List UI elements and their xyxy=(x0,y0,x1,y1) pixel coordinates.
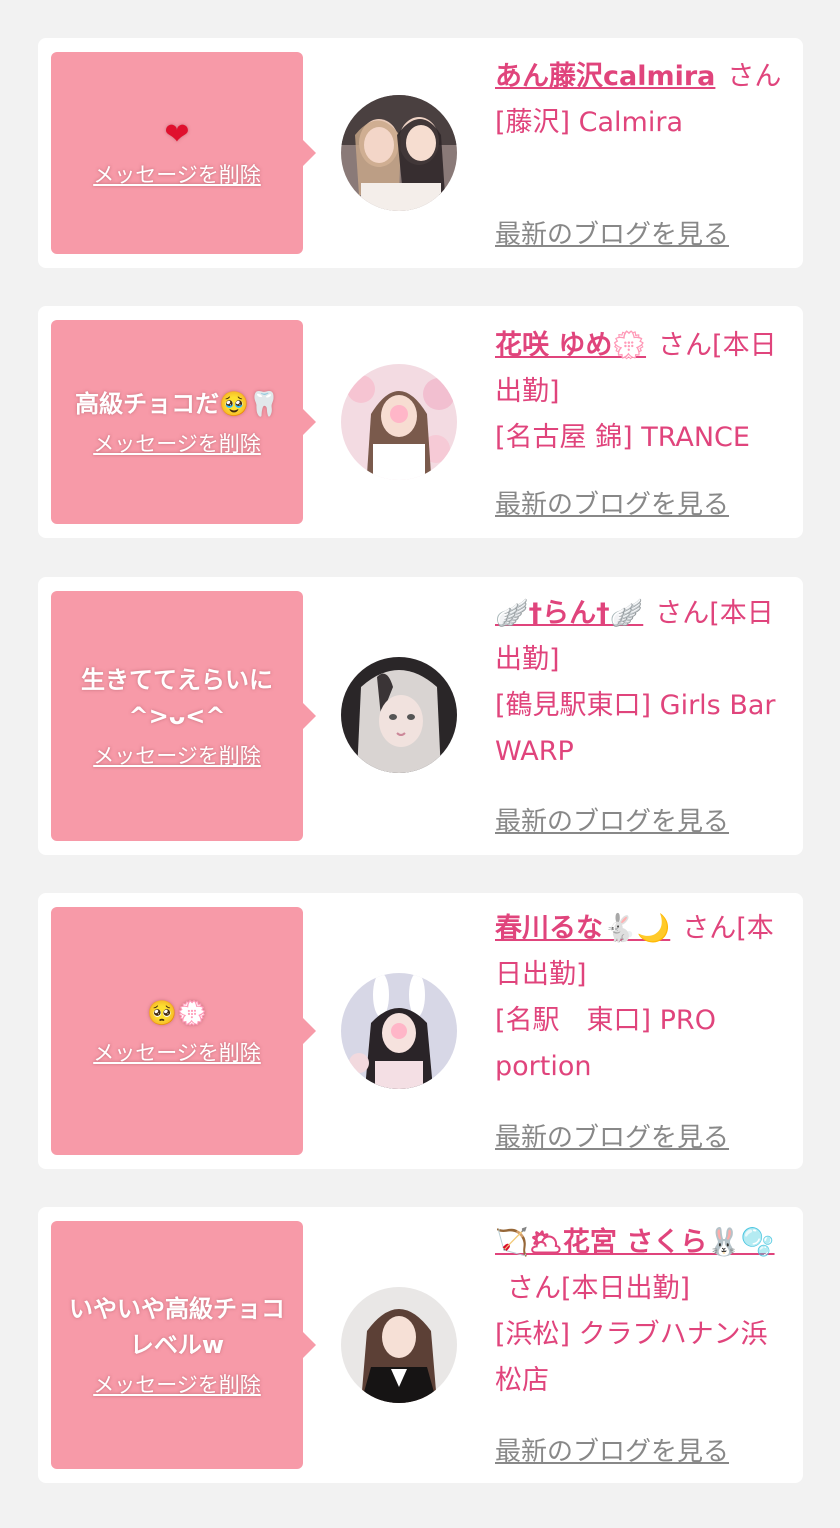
message-bubble: 高級チョコだ🥹🦷 メッセージを削除 xyxy=(51,320,316,524)
delete-message-link[interactable]: メッセージを削除 xyxy=(93,1369,261,1399)
girl-status: さん[本日出勤] xyxy=(507,1273,691,1304)
avatar[interactable] xyxy=(341,1287,457,1403)
shop-name: [浜松] クラブハナン浜松店 xyxy=(495,1319,768,1396)
latest-blog-link[interactable]: 最新のブログを見る xyxy=(495,214,729,251)
latest-blog-link[interactable]: 最新のブログを見る xyxy=(495,1117,729,1154)
message-card: 生きててえらいに^>ᴗ<^ メッセージを削除 🪽†らん†🪽 さん[本日出勤] [鶴… xyxy=(38,577,803,855)
girl-info: 🪽†らん†🪽 さん[本日出勤] [鶴見駅東口] Girls Bar WARP xyxy=(495,591,785,775)
delete-message-link[interactable]: メッセージを削除 xyxy=(93,740,261,770)
message-card: 高級チョコだ🥹🦷 メッセージを削除 花咲 ゆめ💮 さん[本日出勤] [名古屋 錦]… xyxy=(38,306,803,538)
message-text: 🥺💮 xyxy=(147,999,207,1027)
avatar[interactable] xyxy=(341,95,457,211)
girl-info: あん藤沢calmira さん [藤沢] Calmira xyxy=(495,54,785,146)
latest-blog-link[interactable]: 最新のブログを見る xyxy=(495,801,729,838)
girl-name-link[interactable]: あん藤沢calmira xyxy=(495,61,715,92)
message-card: 🥺💮 メッセージを削除 春川るな🐇🌙 さん[本日出勤] [名駅 東口] PRO p… xyxy=(38,893,803,1169)
avatar[interactable] xyxy=(341,657,457,773)
avatar[interactable] xyxy=(341,973,457,1089)
delete-message-link[interactable]: メッセージを削除 xyxy=(93,159,261,189)
message-card: ❤ メッセージを削除 あん藤沢calmira さん [藤沢] Calmira 最新… xyxy=(38,38,803,268)
shop-name: [名駅 東口] PRO portion xyxy=(495,1005,716,1082)
latest-blog-link[interactable]: 最新のブログを見る xyxy=(495,484,729,521)
girl-name-link[interactable]: 🪽†らん†🪽 xyxy=(495,598,643,629)
girl-status: さん xyxy=(727,61,782,92)
message-card: いやいや高級チョコレベルw メッセージを削除 🏹🌥花宮 さくら🐰🫧 さん[本日出勤… xyxy=(38,1207,803,1483)
girl-name-link[interactable]: 花咲 ゆめ💮 xyxy=(495,330,646,361)
delete-message-link[interactable]: メッセージを削除 xyxy=(93,1037,261,1067)
delete-message-link[interactable]: メッセージを削除 xyxy=(93,428,261,458)
message-text: 高級チョコだ🥹🦷 xyxy=(75,390,279,418)
message-text: 生きててえらいに^>ᴗ<^ xyxy=(81,666,273,730)
girl-info: 春川るな🐇🌙 さん[本日出勤] [名駅 東口] PRO portion xyxy=(495,906,785,1090)
message-bubble: 生きててえらいに^>ᴗ<^ メッセージを削除 xyxy=(51,591,316,841)
message-bubble: いやいや高級チョコレベルw メッセージを削除 xyxy=(51,1221,316,1469)
girl-name-link[interactable]: 🏹🌥花宮 さくら🐰🫧 xyxy=(495,1227,775,1258)
message-bubble: ❤ メッセージを削除 xyxy=(51,52,316,254)
girl-info: 🏹🌥花宮 さくら🐰🫧 さん[本日出勤] [浜松] クラブハナン浜松店 xyxy=(495,1220,785,1404)
message-text: ❤ xyxy=(164,117,190,152)
avatar[interactable] xyxy=(341,364,457,480)
message-text: いやいや高級チョコレベルw xyxy=(69,1295,285,1359)
shop-name: [鶴見駅東口] Girls Bar WARP xyxy=(495,690,776,767)
girl-name-link[interactable]: 春川るな🐇🌙 xyxy=(495,913,670,944)
message-bubble: 🥺💮 メッセージを削除 xyxy=(51,907,316,1155)
latest-blog-link[interactable]: 最新のブログを見る xyxy=(495,1431,729,1468)
shop-name: [名古屋 錦] TRANCE xyxy=(495,422,750,453)
shop-name: [藤沢] Calmira xyxy=(495,107,683,138)
girl-info: 花咲 ゆめ💮 さん[本日出勤] [名古屋 錦] TRANCE xyxy=(495,323,785,461)
